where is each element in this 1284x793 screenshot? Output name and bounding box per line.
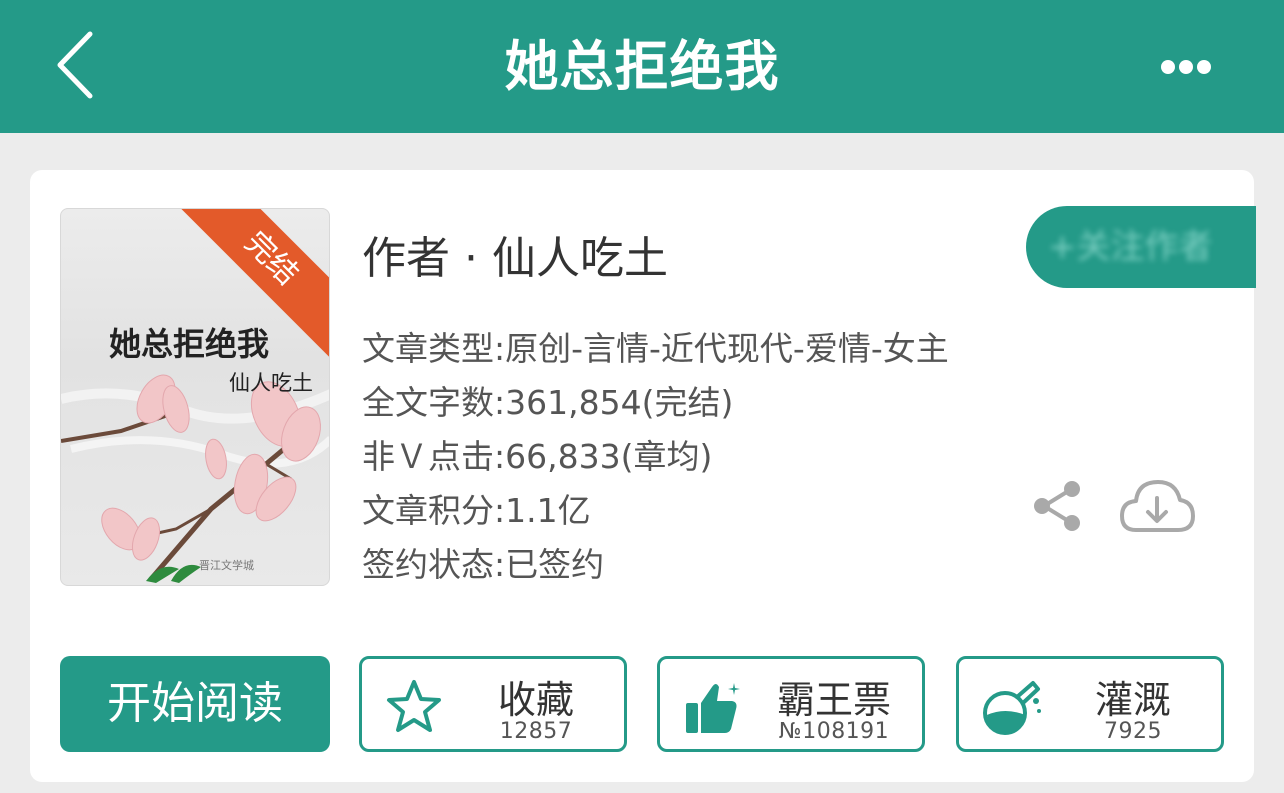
meta-sign-status: 签约状态:已签约 <box>362 545 605 584</box>
share-icon <box>1034 481 1080 531</box>
collect-count: 12857 <box>499 719 573 744</box>
vote-button[interactable]: 霸王票 №108191 <box>657 656 925 752</box>
page-title: 她总拒绝我 <box>504 35 780 98</box>
water-count: 7925 <box>1104 719 1162 744</box>
water-label: 灌溉 <box>1094 678 1171 722</box>
cover-title: 她总拒绝我 <box>109 325 270 363</box>
thumbs-up-icon <box>686 683 740 733</box>
cloud-download-icon <box>1120 480 1195 532</box>
book-cover[interactable]: 晋江文学城 完结 她总拒绝我 仙人吃土 <box>60 208 330 586</box>
meta-genre: 文章类型:原创-言情-近代现代-爱情-女主 <box>362 329 949 368</box>
meta-clicks: 非Ｖ点击:66,833(章均) <box>362 437 713 476</box>
more-dot-icon <box>1179 60 1193 74</box>
cover-author: 仙人吃土 <box>229 371 313 395</box>
author-name[interactable]: 作者 · 仙人吃土 <box>362 222 668 286</box>
meta-score: 文章积分:1.1亿 <box>362 491 591 530</box>
collect-button[interactable]: 收藏 12857 <box>359 656 627 752</box>
more-dot-icon <box>1197 60 1211 74</box>
top-bar: 她总拒绝我 <box>0 0 1284 133</box>
more-dot-icon <box>1161 60 1175 74</box>
flask-icon <box>983 681 1041 735</box>
vote-count: №108191 <box>778 719 890 744</box>
meta-word-count: 全文字数:361,854(完结) <box>362 383 734 422</box>
vote-label: 霸王票 <box>776 678 891 722</box>
download-button[interactable] <box>1118 476 1196 536</box>
follow-author-button[interactable]: +关注作者 <box>1026 206 1256 288</box>
collect-label: 收藏 <box>497 678 574 722</box>
share-button[interactable] <box>1030 478 1086 534</box>
svg-text:晋江文学城: 晋江文学城 <box>199 558 254 572</box>
more-button[interactable] <box>1155 52 1215 82</box>
start-reading-button[interactable]: 开始阅读 <box>60 656 330 752</box>
star-icon <box>387 680 441 732</box>
water-button[interactable]: 灌溉 7925 <box>956 656 1224 752</box>
